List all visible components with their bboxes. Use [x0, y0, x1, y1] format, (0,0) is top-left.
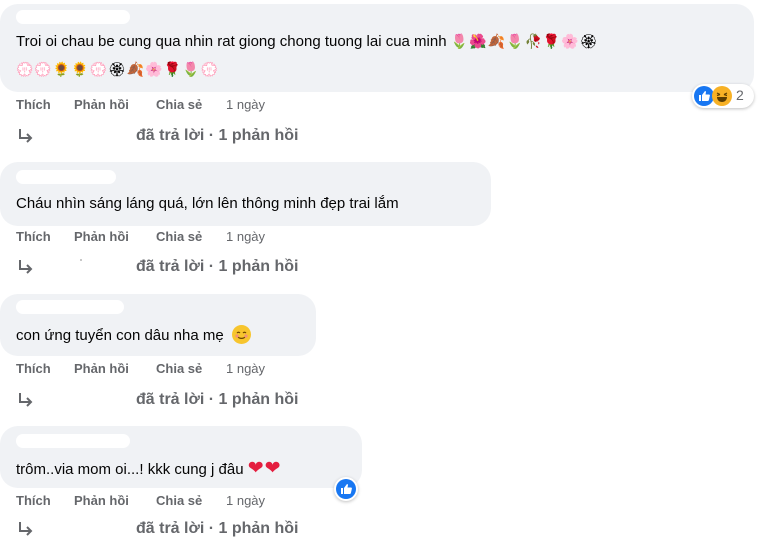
comment-text: trôm..via mom oi...! kkk cung j đâu ❤❤	[16, 457, 282, 479]
heart-emoji: ❤❤	[247, 457, 282, 479]
like-reaction-icon	[694, 86, 714, 106]
share-link[interactable]: Chia sẻ	[156, 229, 202, 244]
reply-link[interactable]: Phản hồi	[74, 97, 129, 112]
reaction-summary[interactable]: 2	[692, 84, 754, 108]
share-link[interactable]: Chia sẻ	[156, 361, 202, 376]
commenter-name-redacted[interactable]	[16, 10, 130, 24]
timestamp[interactable]: 1 ngày	[226, 97, 265, 112]
reply-link[interactable]: Phản hồi	[74, 493, 129, 508]
reply-arrow-icon	[19, 522, 33, 536]
comment-bubble: trôm..via mom oi...! kkk cung j đâu ❤❤	[0, 426, 362, 488]
smile-emoji	[231, 325, 251, 344]
comment-bubble: con ứng tuyển con dâu nha mẹ	[0, 294, 316, 356]
view-replies[interactable]: đã trả lời · 1 phản hồi	[16, 258, 336, 280]
comment-emoji-line: 💮💮🌻🌻💮🏵🍂🌸🌹🌷💮	[16, 62, 220, 78]
timestamp[interactable]: 1 ngày	[226, 229, 265, 244]
like-link[interactable]: Thích	[16, 97, 51, 112]
reaction-summary[interactable]	[334, 477, 358, 501]
replies-summary[interactable]: đã trả lời · 1 phản hồi	[136, 391, 299, 409]
replies-summary[interactable]: đã trả lời · 1 phản hồi	[136, 127, 299, 145]
reply-link[interactable]: Phản hồi	[74, 361, 129, 376]
artifact-dot	[80, 259, 82, 261]
haha-reaction-icon	[712, 86, 732, 106]
like-link[interactable]: Thích	[16, 229, 51, 244]
reply-link[interactable]: Phản hồi	[74, 229, 129, 244]
view-replies[interactable]: đã trả lời · 1 phản hồi	[16, 520, 336, 542]
replies-summary[interactable]: đã trả lời · 1 phản hồi	[136, 258, 299, 276]
reply-arrow-icon	[19, 260, 33, 274]
reply-arrow-icon	[19, 129, 33, 143]
like-link[interactable]: Thích	[16, 361, 51, 376]
comment-bubble: Cháu nhìn sáng láng quá, lớn lên thông m…	[0, 162, 491, 226]
view-replies[interactable]: đã trả lời · 1 phản hồi	[16, 127, 336, 149]
commenter-name-redacted[interactable]	[16, 434, 130, 448]
commenter-name-redacted[interactable]	[16, 300, 124, 314]
comment-text: con ứng tuyển con dâu nha mẹ	[16, 322, 251, 350]
reply-arrow-icon	[19, 393, 33, 407]
like-link[interactable]: Thích	[16, 493, 51, 508]
comment-text: Cháu nhìn sáng láng quá, lớn lên thông m…	[16, 195, 399, 212]
like-reaction-icon	[336, 479, 356, 499]
comment-emoji: 🌷🌺🍂🌷🥀🌹🌸🏵	[450, 34, 599, 50]
reaction-count: 2	[736, 87, 744, 103]
view-replies[interactable]: đã trả lời · 1 phản hồi	[16, 391, 336, 413]
timestamp[interactable]: 1 ngày	[226, 493, 265, 508]
share-link[interactable]: Chia sẻ	[156, 97, 202, 112]
comment-bubble: Troi oi chau be cung qua nhin rat giong …	[0, 4, 754, 92]
replies-summary[interactable]: đã trả lời · 1 phản hồi	[136, 520, 299, 538]
timestamp[interactable]: 1 ngày	[226, 361, 265, 376]
share-link[interactable]: Chia sẻ	[156, 493, 202, 508]
comment-text: Troi oi chau be cung qua nhin rat giong …	[16, 33, 599, 50]
commenter-name-redacted[interactable]	[16, 170, 116, 184]
